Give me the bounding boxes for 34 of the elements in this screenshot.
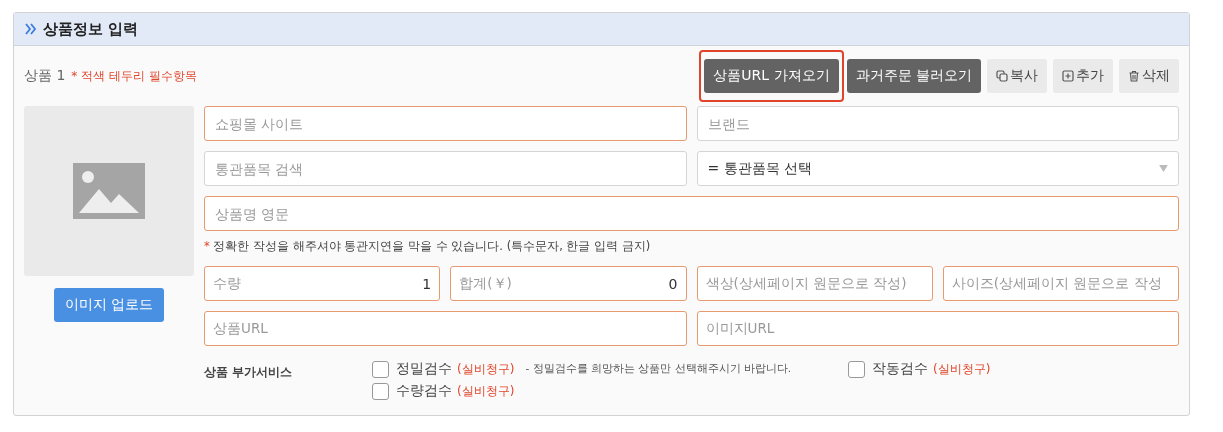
trash-icon bbox=[1128, 70, 1140, 82]
checkbox[interactable] bbox=[372, 382, 389, 400]
input-field[interactable]: 상품명 영문 bbox=[204, 196, 1179, 231]
plus-square-icon bbox=[1062, 70, 1074, 82]
hint-text: * 정확한 작성을 해주셔야 통관지연을 막을 수 있습니다. (특수문자, 한글 입력 금지) bbox=[204, 239, 652, 254]
dropdown-caret-icon bbox=[1159, 165, 1168, 172]
input-field[interactable]: 통관품목 검색 bbox=[204, 151, 687, 186]
action-button[interactable]: 복사 bbox=[987, 59, 1047, 93]
checkbox-label: 수량검수 bbox=[396, 382, 452, 400]
fee-note: (실비청구) bbox=[457, 360, 515, 378]
fee-note: (실비청구) bbox=[457, 382, 515, 400]
double-chevron-icon bbox=[25, 23, 37, 35]
action-button[interactable]: 상품URL 가져오기 bbox=[704, 59, 839, 93]
service-hint: - 정밀검수를 희망하는 상품만 선택해주시기 바랍니다. bbox=[525, 362, 792, 376]
select-field[interactable]: = 통관품목 선택 bbox=[696, 151, 1179, 186]
action-button[interactable]: 추가 bbox=[1053, 59, 1113, 93]
product-label: 상품 1 bbox=[24, 67, 66, 85]
checkbox-label: 작동검수 bbox=[872, 360, 928, 378]
input-field[interactable]: 브랜드 bbox=[696, 106, 1179, 141]
panel-title: 상품정보 입력 bbox=[43, 19, 139, 39]
action-button[interactable]: 삭제 bbox=[1119, 59, 1179, 93]
checkbox[interactable] bbox=[372, 360, 389, 378]
copy-icon bbox=[996, 70, 1008, 82]
input-field[interactable]: 합계(￥) 0 bbox=[450, 266, 687, 301]
action-button[interactable]: 과거주문 불러오기 bbox=[846, 59, 981, 93]
image-icon bbox=[73, 163, 145, 219]
services-label: 상품 부가서비스 bbox=[204, 364, 294, 381]
fee-note: (실비청구) bbox=[933, 360, 991, 378]
image-upload-button[interactable]: 이미지 업로드 bbox=[53, 288, 165, 322]
checkbox[interactable] bbox=[848, 360, 865, 378]
checkbox-label: 정밀검수 bbox=[396, 360, 452, 378]
input-field[interactable]: 쇼핑몰 사이트 bbox=[204, 106, 687, 141]
input-field[interactable]: 수량 1 bbox=[204, 266, 441, 301]
required-note: * 적색 테두리 필수항목 bbox=[71, 68, 197, 85]
